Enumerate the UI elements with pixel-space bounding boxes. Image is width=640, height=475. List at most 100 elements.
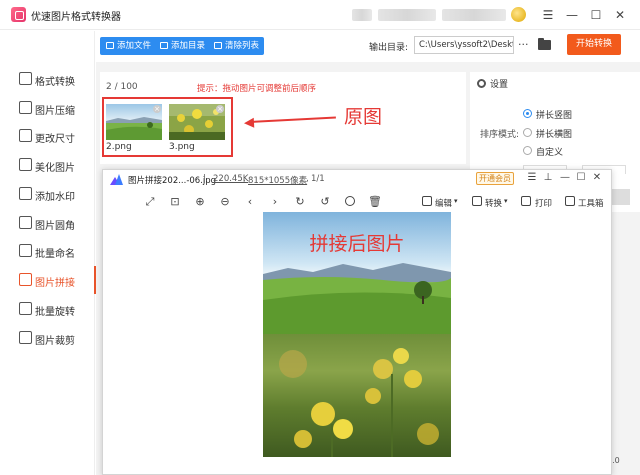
zoom-in-icon[interactable]: ⊕ bbox=[193, 195, 207, 209]
viewer-close-button[interactable]: ✕ bbox=[590, 171, 604, 185]
zoom-out-icon[interactable]: ⊖ bbox=[218, 195, 232, 209]
thumbnail-name: 3.png bbox=[169, 142, 195, 152]
print-button[interactable]: 打印 bbox=[535, 197, 552, 209]
radio-vertical[interactable] bbox=[523, 109, 532, 118]
viewer-page: 1/1 bbox=[311, 174, 325, 184]
file-toolbar: 添加文件 添加目录 清除列表 bbox=[100, 37, 264, 55]
app-logo-icon bbox=[11, 7, 26, 22]
next-icon[interactable]: › bbox=[268, 195, 282, 209]
output-dir-label: 输出目录: bbox=[369, 43, 409, 53]
convert-menu[interactable]: 转换 bbox=[485, 197, 502, 209]
sidebar-item-rename[interactable]: 批量命名 bbox=[0, 237, 95, 265]
clear-list-label: 清除列表 bbox=[225, 41, 260, 51]
clear-list-button[interactable]: 清除列表 bbox=[214, 37, 259, 55]
sidebar-item-format-convert[interactable]: 格式转换 bbox=[0, 65, 95, 93]
browse-more-button[interactable]: ··· bbox=[518, 38, 529, 51]
blurred-username bbox=[378, 9, 436, 21]
viewer-meta-sep: , bbox=[306, 174, 309, 184]
viewer-pin-icon[interactable]: ⊥ bbox=[541, 171, 555, 185]
sidebar-item-compress[interactable]: 图片压缩 bbox=[0, 94, 95, 122]
beautify-icon bbox=[19, 158, 32, 171]
crop-icon bbox=[19, 331, 32, 344]
resize-icon bbox=[19, 129, 32, 142]
viewer-maximize-button[interactable]: ☐ bbox=[574, 171, 588, 185]
remove-thumbnail-icon[interactable]: × bbox=[216, 105, 224, 113]
sort-mode-label: 排序模式: bbox=[480, 130, 520, 140]
sidebar-item-crop[interactable]: 图片裁剪 bbox=[0, 324, 95, 352]
rotate-icon bbox=[19, 302, 32, 315]
fullscreen-icon[interactable]: ⤢ bbox=[143, 195, 157, 209]
sidebar-item-watermark[interactable]: 添加水印 bbox=[0, 180, 95, 208]
delete-icon[interactable]: 🗑 bbox=[368, 195, 382, 209]
sidebar-item-round-corner[interactable]: 图片圆角 bbox=[0, 209, 95, 237]
sidebar-item-label: 添加水印 bbox=[35, 192, 75, 203]
sidebar-item-rotate[interactable]: 批量旋转 bbox=[0, 295, 95, 323]
maximize-button[interactable]: ☐ bbox=[586, 5, 606, 25]
rotate-right-icon[interactable]: ↻ bbox=[293, 195, 307, 209]
viewer-meta-sep: , bbox=[243, 174, 246, 184]
folder-icon[interactable] bbox=[538, 38, 551, 50]
thumbnail-2[interactable]: × bbox=[106, 104, 162, 140]
previous-icon[interactable]: ‹ bbox=[243, 195, 257, 209]
sidebar-item-resize[interactable]: 更改尺寸 bbox=[0, 122, 95, 150]
toolbox-icon bbox=[565, 196, 575, 206]
actual-size-icon[interactable]: ⊡ bbox=[168, 195, 182, 209]
add-folder-label: 添加目录 bbox=[171, 41, 206, 51]
stitched-image-caption: 拼接后图片 bbox=[309, 233, 405, 255]
settings-title: 设置 bbox=[490, 80, 509, 90]
radio-vertical-label: 拼长竖图 bbox=[536, 111, 573, 121]
sidebar-item-label: 批量旋转 bbox=[35, 307, 75, 318]
minimize-button[interactable]: — bbox=[562, 5, 582, 25]
flowers-image bbox=[279, 348, 439, 457]
add-file-label: 添加文件 bbox=[117, 41, 152, 51]
add-file-icon bbox=[106, 42, 114, 49]
radio-horizontal[interactable] bbox=[523, 128, 532, 137]
sidebar-item-label: 美化图片 bbox=[35, 163, 75, 174]
remove-thumbnail-icon[interactable]: × bbox=[153, 105, 161, 113]
print-icon bbox=[521, 196, 531, 206]
start-convert-button[interactable]: 开始转换 bbox=[567, 34, 621, 55]
sidebar-item-beautify[interactable]: 美化图片 bbox=[0, 151, 95, 179]
chevron-down-icon[interactable]: ▾ bbox=[504, 197, 508, 205]
radio-custom[interactable] bbox=[523, 146, 532, 155]
close-button[interactable]: ✕ bbox=[610, 5, 630, 25]
watermark-icon bbox=[19, 187, 32, 200]
clear-icon bbox=[214, 42, 222, 49]
sidebar-item-label: 更改尺寸 bbox=[35, 134, 75, 145]
toolbox-button[interactable]: 工具箱 bbox=[578, 197, 604, 209]
blurred-account-info bbox=[442, 9, 506, 21]
mouse-icon[interactable] bbox=[345, 196, 355, 206]
gear-icon bbox=[477, 79, 486, 88]
menu-icon[interactable]: ☰ bbox=[538, 5, 558, 25]
annotation-arrow-head bbox=[243, 117, 255, 129]
add-folder-button[interactable]: 添加目录 bbox=[160, 37, 205, 55]
sidebar-item-stitch[interactable]: 图片拼接 bbox=[0, 266, 96, 294]
viewer-logo-icon bbox=[110, 174, 123, 185]
coin-icon[interactable] bbox=[511, 7, 526, 22]
app-title: 优速图片格式转换器 bbox=[31, 12, 121, 23]
sidebar-item-label: 格式转换 bbox=[35, 77, 75, 88]
title-bar: 优速图片格式转换器 ☰ — ☐ ✕ bbox=[0, 0, 640, 30]
settings-header: 设置 bbox=[477, 77, 508, 90]
viewer-menu-icon[interactable]: ☰ bbox=[525, 171, 539, 185]
edit-menu[interactable]: 编辑 bbox=[435, 197, 452, 209]
blurred-avatar bbox=[352, 9, 372, 21]
sidebar-item-label: 图片压缩 bbox=[35, 106, 75, 117]
convert-tool-icon bbox=[472, 196, 482, 206]
add-file-button[interactable]: 添加文件 bbox=[106, 37, 151, 55]
edit-icon bbox=[422, 196, 432, 206]
chevron-down-icon[interactable]: ▾ bbox=[454, 197, 458, 205]
sidebar-item-label: 图片裁剪 bbox=[35, 336, 75, 347]
viewer-minimize-button[interactable]: — bbox=[558, 171, 572, 185]
drag-hint: 提示：拖动图片可调整前后顺序 bbox=[197, 84, 317, 94]
output-dir-input[interactable]: C:\Users\yssoft2\Deskt bbox=[414, 36, 514, 54]
viewer-dimensions[interactable]: 815*1055像素 bbox=[248, 174, 307, 186]
radio-custom-label: 自定义 bbox=[536, 148, 564, 158]
stitched-image-flowers bbox=[263, 334, 451, 457]
convert-icon bbox=[19, 72, 32, 85]
sidebar-item-label: 批量命名 bbox=[35, 249, 75, 260]
rotate-left-icon[interactable]: ↺ bbox=[318, 195, 332, 209]
vip-button[interactable]: 开通会员 bbox=[476, 172, 514, 185]
original-image-annotation: 原图 bbox=[344, 106, 383, 128]
thumbnail-3[interactable]: × bbox=[169, 104, 225, 140]
